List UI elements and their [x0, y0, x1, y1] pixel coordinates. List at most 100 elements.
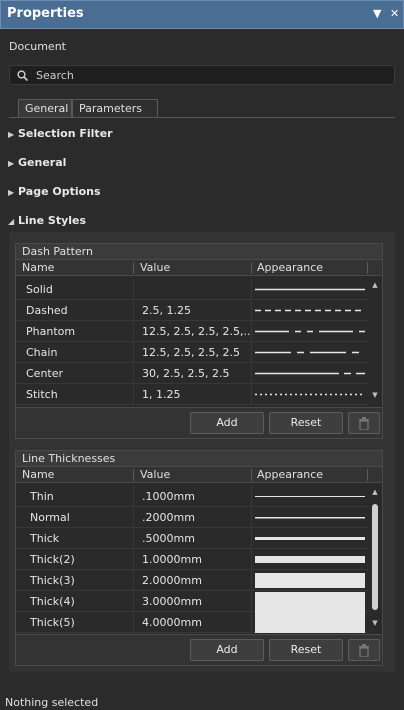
section-page-options[interactable]: ▶ Page Options: [8, 185, 101, 198]
chain-line-preview: [255, 351, 365, 354]
row-value: 2.5, 1.25: [142, 304, 191, 317]
table-row[interactable]: Dashed 2.5, 1.25: [16, 300, 368, 321]
scroll-up-icon[interactable]: ▲: [369, 281, 381, 293]
table-row[interactable]: Thick(3) 2.0000mm: [16, 570, 368, 591]
table-row[interactable]: Chain 12.5, 2.5, 2.5, 2.5: [16, 342, 368, 363]
section-label: Line Styles: [18, 214, 87, 227]
search-input[interactable]: Search: [9, 65, 395, 85]
row-name: Solid: [26, 283, 53, 296]
tab-divider: [9, 117, 395, 118]
column-header-value[interactable]: Value: [140, 261, 170, 274]
stitch-line-preview: [255, 393, 365, 396]
row-name: Normal: [30, 511, 70, 524]
section-label: Page Options: [18, 185, 101, 198]
reset-line-thickness-button[interactable]: Reset: [269, 639, 343, 661]
add-dash-pattern-button[interactable]: Add: [190, 412, 264, 434]
normal-line-preview: [255, 517, 365, 519]
status-text: Nothing selected: [5, 696, 99, 709]
dash-pattern-button-bar: Add Reset: [16, 407, 382, 438]
table-row[interactable]: Thick(4) 3.0000mm: [16, 591, 368, 612]
scroll-down-icon[interactable]: ▼: [369, 619, 381, 631]
grid-header: Name Value Appearance: [16, 467, 382, 483]
center-line-preview: [255, 372, 365, 375]
dropdown-arrow-icon[interactable]: ▼: [373, 7, 381, 20]
row-value: 2.0000mm: [142, 574, 202, 587]
thick3-line-preview: [255, 573, 365, 588]
row-name: Chain: [26, 346, 58, 359]
row-name: Thick(2): [30, 553, 75, 566]
search-placeholder: Search: [36, 69, 74, 82]
panel-title: Properties: [7, 6, 84, 21]
search-icon: [17, 70, 28, 81]
table-row[interactable]: Thick(5) 4.0000mm: [16, 612, 368, 633]
table-row[interactable]: Center 30, 2.5, 2.5, 2.5: [16, 363, 368, 384]
row-value: 1.0000mm: [142, 553, 202, 566]
column-header-value[interactable]: Value: [140, 468, 170, 481]
grid-title: Line Thicknesses: [16, 451, 382, 467]
column-header-name[interactable]: Name: [22, 261, 54, 274]
vertical-scrollbar[interactable]: ▲ ▼: [369, 486, 381, 634]
delete-dash-pattern-button[interactable]: [348, 412, 380, 434]
row-value: .1000mm: [142, 490, 195, 503]
section-line-styles[interactable]: ◢ Line Styles: [8, 214, 86, 227]
phantom-line-preview: [255, 330, 365, 333]
grid-title: Dash Pattern: [16, 244, 382, 260]
line-thicknesses-grid: Line Thicknesses Name Value Appearance T…: [15, 450, 383, 666]
column-header-name[interactable]: Name: [22, 468, 54, 481]
row-name: Thick(4): [30, 595, 75, 608]
row-value: 4.0000mm: [142, 616, 202, 629]
grid-header: Name Value Appearance: [16, 260, 382, 276]
vertical-scrollbar[interactable]: ▲ ▼: [369, 279, 381, 405]
close-icon[interactable]: ✕: [390, 7, 399, 20]
row-name: Thick(3): [30, 574, 75, 587]
tab-general[interactable]: General: [18, 99, 72, 118]
row-name: Center: [26, 367, 64, 380]
table-row[interactable]: Thin .1000mm: [16, 486, 368, 507]
section-selection-filter[interactable]: ▶ Selection Filter: [8, 127, 113, 140]
table-row[interactable]: Thick(2) 1.0000mm: [16, 549, 368, 570]
column-header-appearance[interactable]: Appearance: [257, 261, 323, 274]
caret-right-icon: ▶: [8, 159, 15, 168]
table-row[interactable]: Solid: [16, 279, 368, 300]
column-header-appearance[interactable]: Appearance: [257, 468, 323, 481]
row-name: Dashed: [26, 304, 68, 317]
tab-parameters[interactable]: Parameters: [72, 99, 158, 118]
row-value: 1, 1.25: [142, 388, 181, 401]
thick2-line-preview: [255, 556, 365, 563]
thin-line-preview: [255, 496, 365, 497]
thick5-line-preview: [255, 612, 365, 633]
scroll-down-icon[interactable]: ▼: [369, 391, 381, 403]
line-thickness-button-bar: Add Reset: [16, 634, 382, 665]
row-name: Phantom: [26, 325, 76, 338]
thick-line-preview: [255, 537, 365, 540]
trash-icon: [359, 644, 369, 658]
scroll-up-icon[interactable]: ▲: [369, 488, 381, 500]
dashed-line-preview: [255, 309, 365, 312]
reset-dash-pattern-button[interactable]: Reset: [269, 412, 343, 434]
thickness-rows-viewport: Thin .1000mm Normal .2000mm Thick .5000m…: [16, 486, 368, 634]
row-name: Thick: [30, 532, 60, 545]
row-name: Stitch: [26, 388, 58, 401]
row-name: Thick(5): [30, 616, 75, 629]
add-line-thickness-button[interactable]: Add: [190, 639, 264, 661]
caret-right-icon: ▶: [8, 188, 15, 197]
dash-pattern-grid: Dash Pattern Name Value Appearance Solid…: [15, 243, 383, 439]
section-label: General: [18, 156, 67, 169]
row-value: .5000mm: [142, 532, 195, 545]
scrollbar-thumb[interactable]: [372, 504, 378, 610]
table-row[interactable]: Stitch 1, 1.25: [16, 384, 368, 405]
caret-right-icon: ▶: [8, 130, 15, 139]
row-name: Thin: [30, 490, 54, 503]
panel-title-bar: Properties ▼ ✕: [0, 0, 404, 29]
table-row[interactable]: Normal .2000mm: [16, 507, 368, 528]
row-value: 12.5, 2.5, 2.5, 2.5: [142, 346, 240, 359]
row-value: .2000mm: [142, 511, 195, 524]
section-general[interactable]: ▶ General: [8, 156, 66, 169]
table-row[interactable]: Phantom 12.5, 2.5, 2.5, 2.5,...: [16, 321, 368, 342]
row-value: 12.5, 2.5, 2.5, 2.5,...: [142, 325, 250, 338]
delete-line-thickness-button[interactable]: [348, 639, 380, 661]
solid-line-preview: [255, 288, 365, 291]
table-row[interactable]: Thick .5000mm: [16, 528, 368, 549]
row-value: 30, 2.5, 2.5, 2.5: [142, 367, 230, 380]
section-label: Selection Filter: [18, 127, 113, 140]
